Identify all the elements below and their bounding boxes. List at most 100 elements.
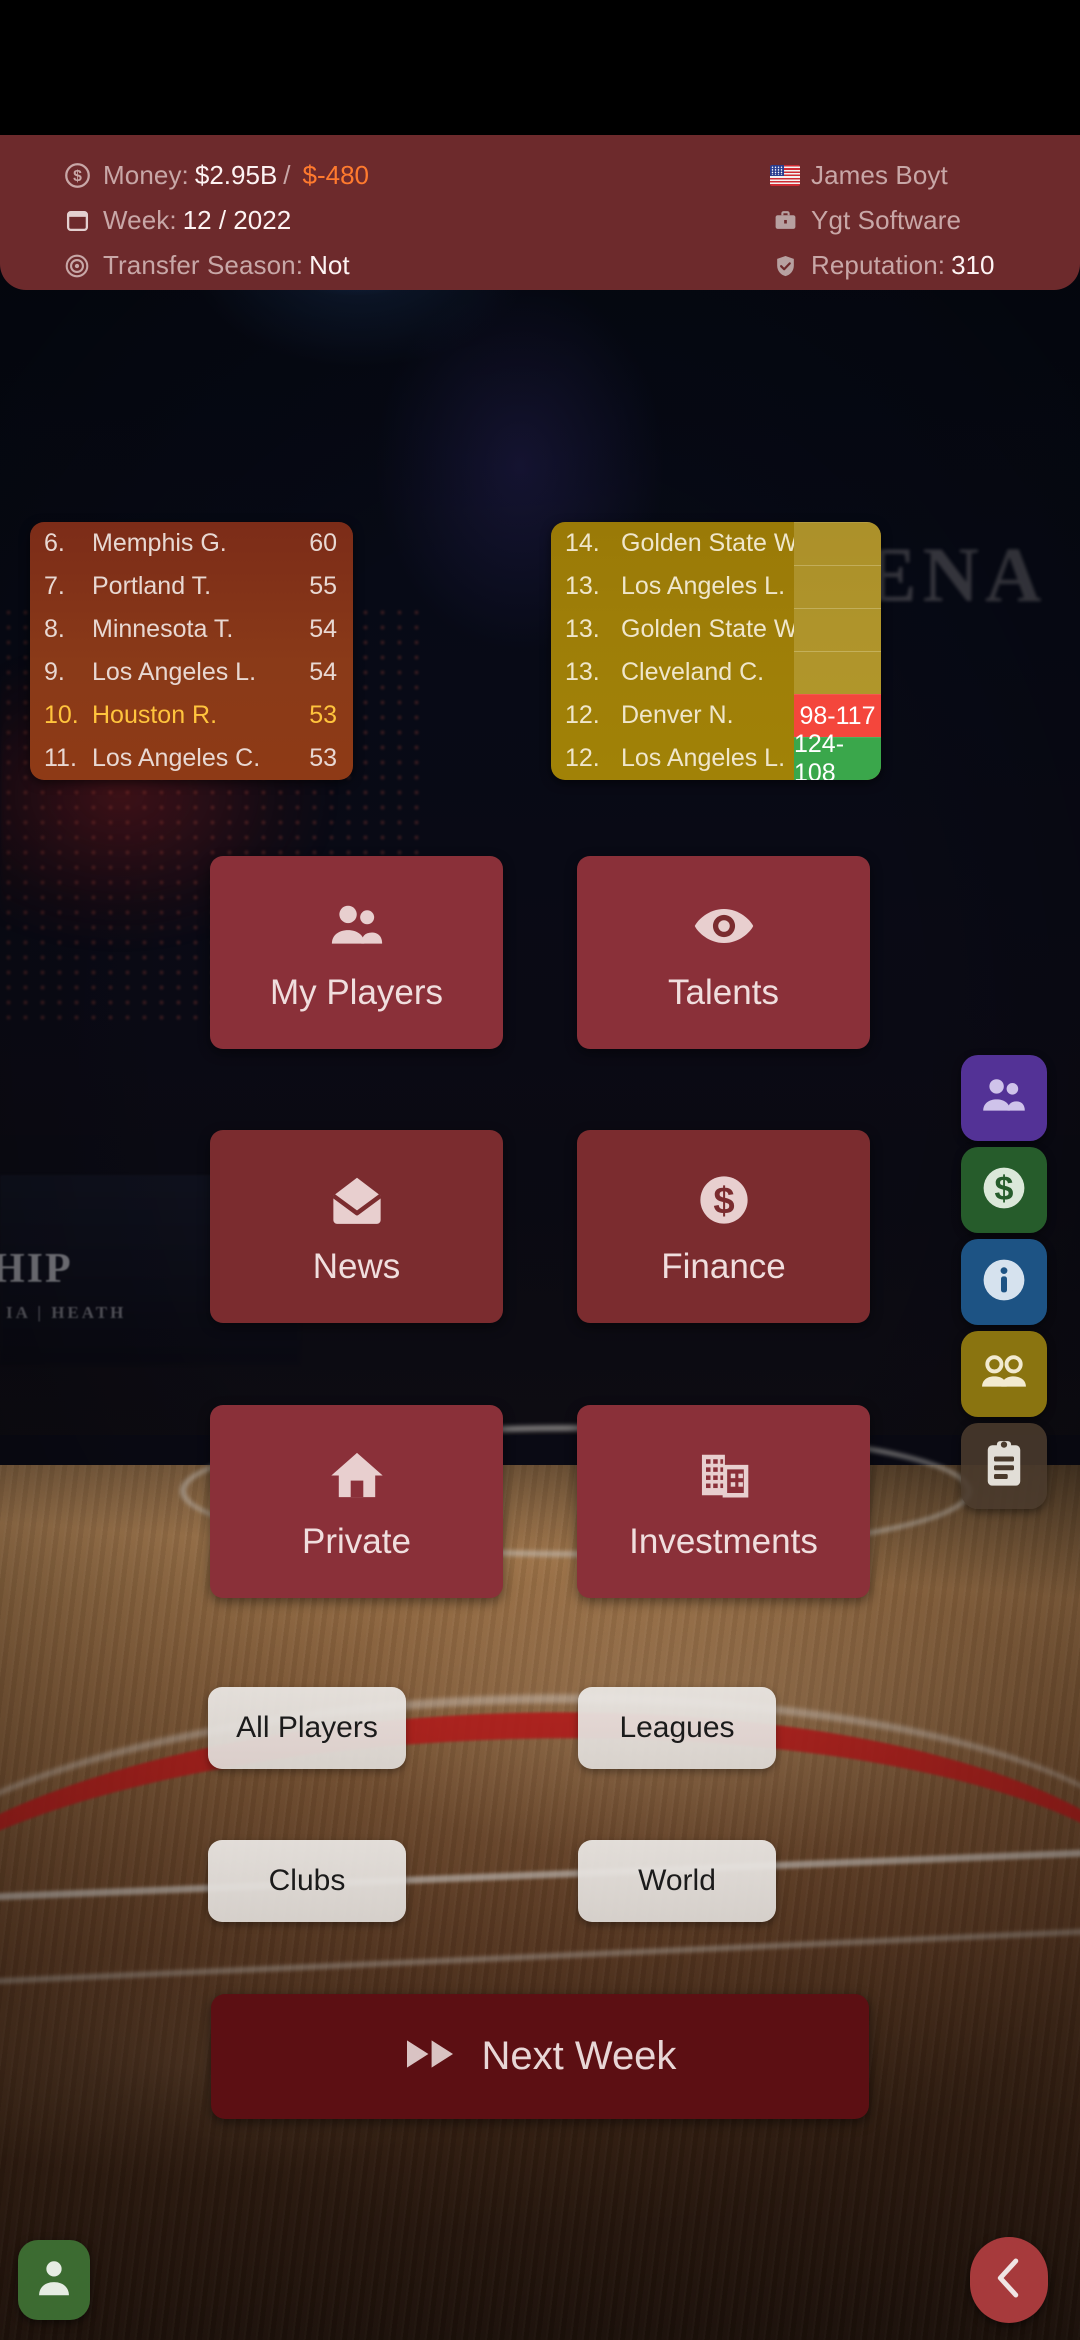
header-company-row: Ygt Software — [770, 198, 994, 243]
shield-check-icon — [770, 251, 800, 281]
fixture-team: Los Angeles L. — [621, 572, 786, 600]
building-icon — [693, 1444, 755, 1506]
table-row-highlighted[interactable]: 10. Houston R. 53 — [30, 694, 353, 737]
next-week-label: Next Week — [481, 2034, 677, 2078]
dollar-coin-icon: $ — [62, 161, 92, 191]
tile-my-players[interactable]: My Players — [210, 856, 503, 1049]
fixture-score — [794, 650, 881, 695]
next-week-button[interactable]: Next Week — [211, 1994, 869, 2119]
nav-button-label: Clubs — [268, 1864, 346, 1897]
company-name: Ygt Software — [811, 205, 962, 235]
back-fab-button[interactable] — [970, 2237, 1048, 2323]
nav-button-label: World — [638, 1864, 716, 1897]
money-separator: / — [283, 160, 291, 190]
rail-staff-shortcut[interactable] — [961, 1055, 1047, 1141]
standings-rank: 10. — [44, 701, 79, 729]
standings-value: 54 — [309, 658, 337, 686]
fixture-rank: 12. — [565, 744, 600, 772]
tile-finance[interactable]: $ Finance — [577, 1130, 870, 1323]
tile-talents[interactable]: Talents — [577, 856, 870, 1049]
fixture-rank: 13. — [565, 615, 600, 643]
table-row[interactable]: 13. Cleveland C. — [551, 650, 881, 695]
rail-scouts-shortcut[interactable] — [961, 1331, 1047, 1417]
standings-rank: 6. — [44, 529, 65, 557]
rail-reports-shortcut[interactable] — [961, 1423, 1047, 1509]
tile-label: Private — [302, 1522, 411, 1561]
standings-rank: 11. — [44, 744, 77, 772]
people-icon — [980, 1075, 1028, 1122]
header-right-column: James Boyt Ygt Software Reputation: 310 — [770, 153, 994, 288]
standings-team: Portland T. — [92, 572, 212, 600]
tile-investments[interactable]: Investments — [577, 1405, 870, 1598]
us-flag-icon — [770, 161, 800, 191]
group-icon — [979, 1352, 1029, 1397]
standings-team: Memphis G. — [92, 529, 227, 557]
fixture-team: Cleveland C. — [621, 658, 765, 686]
standings-value: 54 — [309, 615, 337, 643]
profile-fab-button[interactable] — [18, 2240, 90, 2320]
clipboard-icon — [982, 1439, 1026, 1494]
mail-open-icon — [326, 1169, 388, 1231]
fixture-rank: 13. — [565, 658, 600, 686]
tile-label: Investments — [629, 1522, 818, 1561]
tile-label: Talents — [668, 973, 779, 1012]
chevron-left-icon — [992, 2257, 1026, 2304]
fixture-score-win: 124-108 — [794, 730, 881, 780]
calendar-icon — [62, 206, 92, 236]
nav-button-label: Leagues — [619, 1711, 735, 1744]
standings-team: Minnesota T. — [92, 615, 234, 643]
standings-value: 55 — [309, 572, 337, 600]
table-row[interactable]: 11. Los Angeles C. 53 — [30, 737, 353, 780]
tile-news[interactable]: News — [210, 1130, 503, 1323]
fixture-team: Denver N. — [621, 701, 734, 729]
header-reputation-row: Reputation: 310 — [770, 243, 994, 288]
fixture-rank: 13. — [565, 572, 600, 600]
standings-team: Los Angeles L. — [92, 658, 257, 686]
fixture-score — [794, 522, 881, 566]
nav-all-players-button[interactable]: All Players — [208, 1687, 406, 1769]
info-icon — [980, 1256, 1028, 1309]
transfer-season-value: Not — [309, 250, 350, 280]
standings-value: 60 — [309, 529, 337, 557]
svg-text:$: $ — [713, 1180, 734, 1223]
tile-label: Finance — [661, 1247, 786, 1286]
fixture-team: Golden State W. — [621, 615, 794, 643]
tile-label: News — [312, 1247, 401, 1286]
home-icon — [326, 1444, 388, 1506]
header-money-row: $ Money: $2.95B / $-480 — [62, 153, 369, 198]
table-row[interactable]: 12. Los Angeles L. 124-108 — [551, 730, 881, 780]
person-icon — [35, 2258, 73, 2303]
nav-world-button[interactable]: World — [578, 1840, 776, 1922]
header-bar: $ Money: $2.95B / $-480 Week: 12 / 2022 — [0, 135, 1080, 290]
manager-name: James Boyt — [811, 160, 948, 190]
fixture-rank: 12. — [565, 701, 600, 729]
briefcase-icon — [770, 206, 800, 236]
header-transfer-row: Transfer Season: Not — [62, 243, 369, 288]
table-row[interactable]: 8. Minnesota T. 54 — [30, 608, 353, 651]
fixture-team: Los Angeles L. — [621, 744, 786, 772]
reputation-label: Reputation: — [811, 250, 946, 280]
status-bar — [0, 0, 1080, 135]
week-label: Week: — [103, 205, 177, 235]
rail-info-shortcut[interactable] — [961, 1239, 1047, 1325]
standings-panel[interactable]: 6. Memphis G. 60 7. Portland T. 55 8. Mi… — [30, 522, 353, 780]
nav-button-label: All Players — [236, 1711, 378, 1744]
standings-value: 53 — [309, 701, 337, 729]
dollar-coin-icon: $ — [980, 1164, 1028, 1217]
table-row[interactable]: 13. Los Angeles L. — [551, 564, 881, 609]
table-row[interactable]: 6. Memphis G. 60 — [30, 522, 353, 565]
table-row[interactable]: 14. Golden State W. — [551, 522, 881, 566]
app-screen: ARENA HIP IA | HEATH $ Money: $ — [0, 0, 1080, 2340]
standings-rank: 9. — [44, 658, 65, 686]
tile-private[interactable]: Private — [210, 1405, 503, 1598]
fixtures-panel[interactable]: 14. Golden State W. 13. Los Angeles L. 1… — [551, 522, 881, 780]
standings-rank: 7. — [44, 572, 65, 600]
nav-clubs-button[interactable]: Clubs — [208, 1840, 406, 1922]
tile-label: My Players — [269, 973, 444, 1012]
table-row[interactable]: 7. Portland T. 55 — [30, 565, 353, 608]
nav-leagues-button[interactable]: Leagues — [578, 1687, 776, 1769]
table-row[interactable]: 13. Golden State W. — [551, 607, 881, 652]
reputation-value: 310 — [951, 250, 995, 280]
table-row[interactable]: 9. Los Angeles L. 54 — [30, 651, 353, 694]
rail-finance-shortcut[interactable]: $ — [961, 1147, 1047, 1233]
